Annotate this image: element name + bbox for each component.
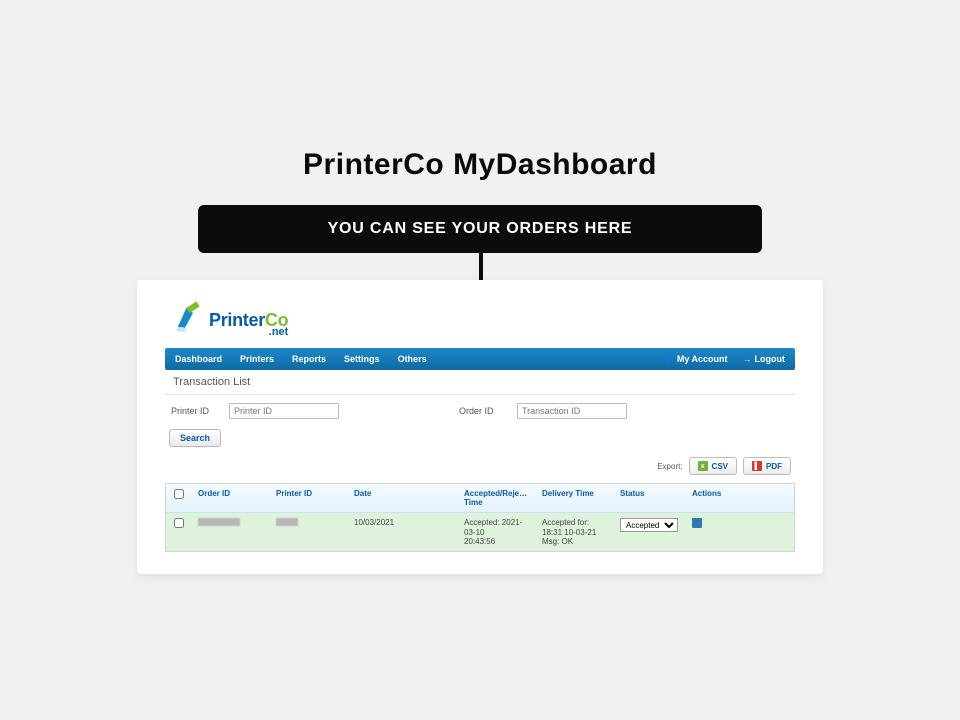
page-heading: PrinterCo MyDashboard: [0, 148, 960, 182]
search-button[interactable]: Search: [169, 429, 221, 447]
export-pdf-button[interactable]: ▌ PDF: [743, 457, 791, 475]
col-printer-id[interactable]: Printer ID: [270, 484, 348, 512]
order-id-input[interactable]: [517, 403, 627, 419]
transactions-table: Order ID Printer ID Date Accepted/Reject…: [165, 483, 795, 552]
printer-id-input[interactable]: [229, 403, 339, 419]
row-checkbox[interactable]: [174, 518, 184, 528]
nav-printers[interactable]: Printers: [240, 354, 274, 364]
nav-logout[interactable]: →Logout: [744, 354, 786, 364]
export-row: Export: x CSV ▌ PDF: [165, 457, 795, 475]
nav-settings[interactable]: Settings: [344, 354, 380, 364]
pdf-icon: ▌: [752, 461, 762, 471]
col-date[interactable]: Date: [348, 484, 458, 512]
cell-printer-id: [276, 518, 298, 526]
export-csv-button[interactable]: x CSV: [689, 457, 737, 475]
section-title: Transaction List: [165, 370, 795, 395]
filter-row: Printer ID Order ID: [165, 401, 795, 425]
cell-accepted-time: Accepted: 2021-03-1020:43:56: [458, 513, 536, 551]
callout-text: YOU CAN SEE YOUR ORDERS HERE: [328, 220, 633, 238]
main-nav: Dashboard Printers Reports Settings Othe…: [165, 348, 795, 370]
table-row: 10/03/2021 Accepted: 2021-03-1020:43:56 …: [166, 513, 794, 551]
col-actions[interactable]: Actions: [686, 484, 794, 512]
logo: PrinterCo .net: [171, 298, 795, 338]
cell-delivery-time: Accepted for: 18:31 10-03-21Msg: OK: [536, 513, 614, 551]
status-select[interactable]: Accepted: [620, 518, 678, 532]
printer-id-label: Printer ID: [171, 406, 219, 416]
row-action-icon[interactable]: [692, 518, 702, 528]
col-order-id[interactable]: Order ID: [192, 484, 270, 512]
logo-tld: .net: [209, 327, 288, 338]
export-label: Export:: [657, 462, 682, 471]
col-accepted-rejected[interactable]: Accepted/Rejected Time: [458, 484, 536, 512]
select-all-checkbox[interactable]: [174, 489, 184, 499]
csv-icon: x: [698, 461, 708, 471]
col-status[interactable]: Status: [614, 484, 686, 512]
callout-banner: YOU CAN SEE YOUR ORDERS HERE: [198, 205, 762, 253]
order-id-label: Order ID: [459, 406, 507, 416]
cell-date: 10/03/2021: [348, 513, 458, 551]
nav-others[interactable]: Others: [398, 354, 427, 364]
nav-my-account[interactable]: 👤My Account: [664, 354, 728, 364]
logout-icon: →: [744, 355, 752, 364]
dashboard-panel: PrinterCo .net Dashboard Printers Report…: [137, 280, 823, 574]
nav-reports[interactable]: Reports: [292, 354, 326, 364]
nav-dashboard[interactable]: Dashboard: [175, 354, 222, 364]
logo-mark-icon: [171, 298, 205, 338]
col-delivery[interactable]: Delivery Time: [536, 484, 614, 512]
user-icon: 👤: [664, 355, 674, 364]
cell-order-id: [198, 518, 240, 526]
table-header: Order ID Printer ID Date Accepted/Reject…: [166, 484, 794, 513]
